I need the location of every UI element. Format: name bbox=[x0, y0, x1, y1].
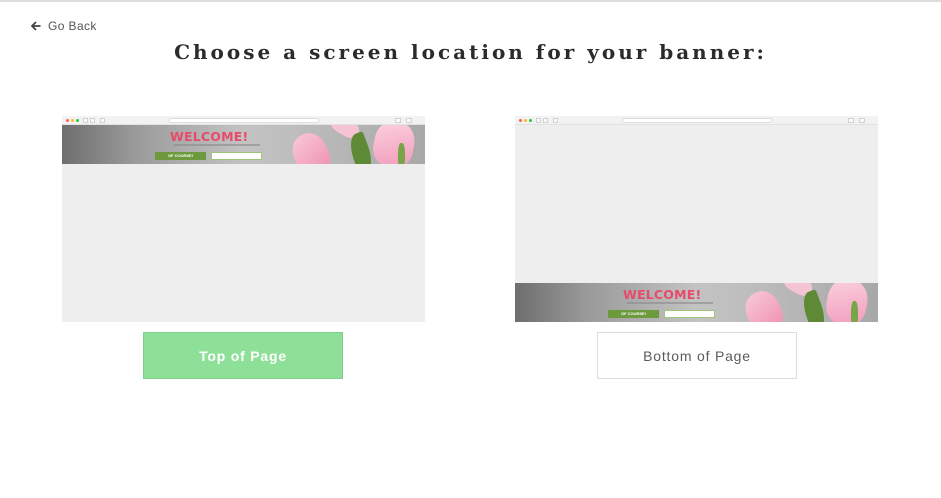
tulip-image bbox=[370, 125, 418, 164]
page-title: Choose a screen location for your banner… bbox=[174, 40, 767, 64]
banner-primary-button: OF COURSE! bbox=[155, 152, 206, 160]
top-divider bbox=[0, 0, 941, 2]
tulip-image bbox=[286, 127, 336, 164]
forward-icon bbox=[543, 118, 548, 123]
banner-primary-button: OF COURSE! bbox=[608, 310, 659, 318]
url-bar bbox=[622, 118, 772, 123]
close-dot-icon bbox=[66, 119, 69, 122]
banner-welcome-text: WELCOME! bbox=[170, 129, 249, 144]
tulip-image bbox=[739, 285, 789, 322]
sidebar-icon bbox=[100, 118, 105, 123]
banner-welcome-text: WELCOME! bbox=[623, 287, 702, 302]
browser-toolbar bbox=[515, 116, 878, 125]
maximize-dot-icon bbox=[529, 119, 532, 122]
forward-icon bbox=[90, 118, 95, 123]
bottom-of-page-preview[interactable]: WELCOME! OF COURSE! bbox=[515, 116, 878, 322]
tulip-image bbox=[823, 283, 871, 322]
maximize-dot-icon bbox=[76, 119, 79, 122]
share-icon bbox=[848, 118, 854, 123]
top-of-page-button[interactable]: Top of Page bbox=[143, 332, 343, 379]
top-of-page-preview[interactable]: WELCOME! OF COURSE! bbox=[62, 116, 425, 322]
leaf-image bbox=[851, 301, 858, 322]
leaf-image bbox=[398, 143, 405, 164]
close-dot-icon bbox=[519, 119, 522, 122]
banner-preview: WELCOME! OF COURSE! bbox=[515, 283, 878, 322]
tabs-icon bbox=[406, 118, 412, 123]
arrow-left-icon bbox=[31, 21, 41, 31]
share-icon bbox=[395, 118, 401, 123]
banner-secondary-button bbox=[211, 152, 262, 160]
go-back-label: Go Back bbox=[48, 19, 97, 33]
back-icon bbox=[536, 118, 541, 123]
back-icon bbox=[83, 118, 88, 123]
go-back-link[interactable]: Go Back bbox=[31, 18, 97, 34]
minimize-dot-icon bbox=[524, 119, 527, 122]
tabs-icon bbox=[859, 118, 865, 123]
banner-subtext bbox=[174, 144, 260, 146]
url-bar bbox=[169, 118, 319, 123]
sidebar-icon bbox=[553, 118, 558, 123]
banner-preview: WELCOME! OF COURSE! bbox=[62, 125, 425, 164]
minimize-dot-icon bbox=[71, 119, 74, 122]
bottom-of-page-button[interactable]: Bottom of Page bbox=[597, 332, 797, 379]
banner-secondary-button bbox=[664, 310, 715, 318]
browser-toolbar bbox=[62, 116, 425, 125]
banner-subtext bbox=[627, 302, 713, 304]
